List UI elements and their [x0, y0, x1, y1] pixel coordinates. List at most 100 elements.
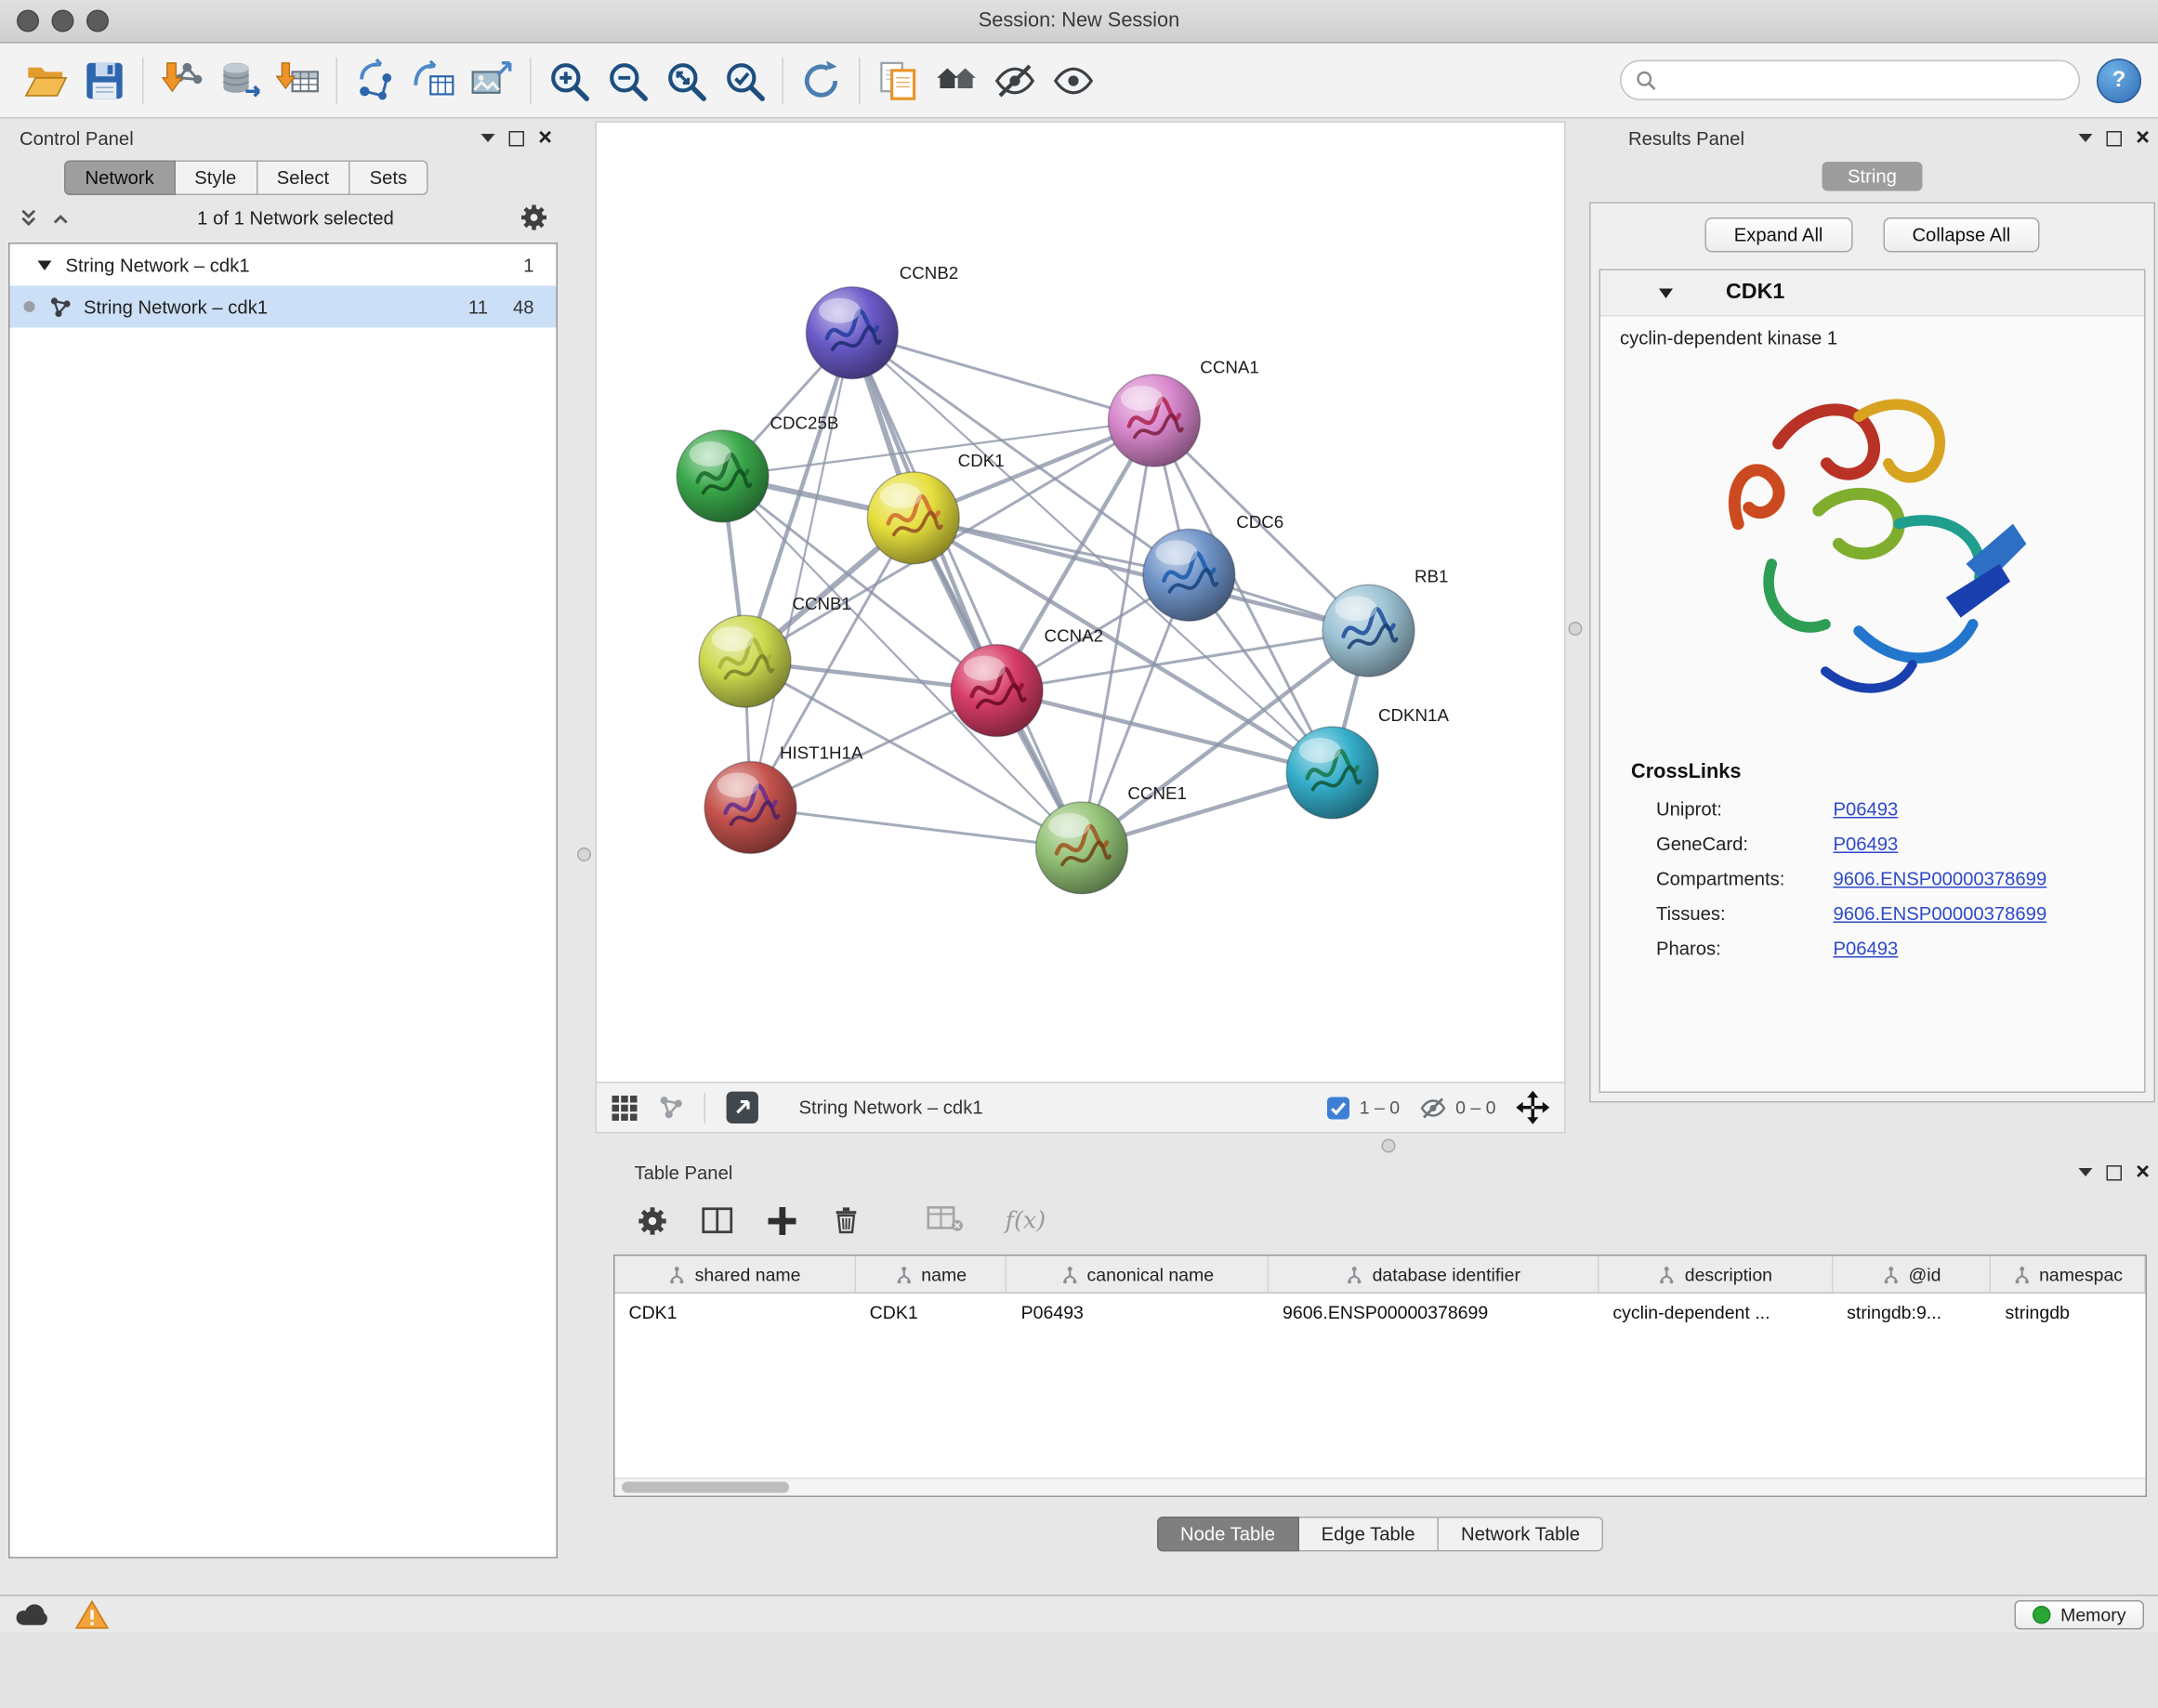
table-options-gear-icon[interactable] [636, 1203, 669, 1237]
show-graphics-button[interactable] [1045, 51, 1103, 110]
birdseye-grid-icon[interactable] [611, 1094, 638, 1122]
network-node-label: CDC25B [770, 414, 838, 433]
collapse-all-button[interactable]: Collapse All [1883, 217, 2040, 253]
crosslink-compartments[interactable]: 9606.ENSP00000378699 [1834, 869, 2145, 890]
table-cell[interactable]: stringdb [1992, 1294, 2146, 1332]
zoom-in-button[interactable] [540, 51, 599, 110]
scrollbar-thumb[interactable] [622, 1482, 789, 1493]
import-network-file-button[interactable] [152, 51, 211, 110]
column-header-name[interactable]: name [856, 1256, 1007, 1293]
crosslink-label: GeneCard: [1656, 834, 1834, 855]
close-panel-icon[interactable]: × [2136, 1163, 2150, 1182]
cloud-icon[interactable] [14, 1600, 50, 1628]
import-table-file-button[interactable] [270, 51, 328, 110]
selected-checkbox-icon[interactable] [1326, 1095, 1351, 1120]
tab-sets[interactable]: Sets [350, 161, 428, 196]
crosslink-uniprot[interactable]: P06493 [1834, 799, 2145, 821]
network-options-gear-icon[interactable] [519, 203, 549, 233]
save-session-button[interactable] [75, 51, 134, 110]
hide-graphics-button[interactable] [986, 51, 1045, 110]
expand-all-button[interactable]: Expand All [1704, 217, 1852, 253]
float-panel-icon[interactable] [2107, 130, 2123, 146]
close-panel-icon[interactable]: × [538, 128, 552, 148]
horizontal-splitter-handle[interactable] [1382, 1139, 1396, 1153]
export-network-button[interactable] [346, 51, 404, 110]
table-cell[interactable]: P06493 [1007, 1294, 1269, 1332]
pan-crosshair-icon[interactable] [1516, 1090, 1551, 1125]
help-button[interactable]: ? [2097, 58, 2141, 102]
tab-network[interactable]: Network [64, 161, 175, 196]
network-node-CCNE1[interactable] [1036, 802, 1128, 894]
detach-view-icon[interactable] [725, 1090, 760, 1125]
export-table-button[interactable] [404, 51, 463, 110]
network-node-CCNB2[interactable] [806, 287, 898, 379]
column-header-database-identifier[interactable]: database identifier [1269, 1256, 1599, 1293]
network-node-CCNA1[interactable] [1108, 374, 1200, 466]
import-network-database-button[interactable] [211, 51, 270, 110]
network-node-CCNA2[interactable] [951, 645, 1043, 737]
gene-header[interactable]: CDK1 [1600, 270, 2144, 317]
zoom-selected-button[interactable] [716, 51, 774, 110]
refresh-button[interactable] [792, 51, 850, 110]
network-node-HIST1H1A[interactable] [704, 762, 796, 854]
export-image-button[interactable] [463, 51, 521, 110]
network-node-CDKN1A[interactable] [1286, 727, 1378, 819]
table-cell[interactable]: stringdb:9... [1833, 1294, 1991, 1332]
delete-column-icon[interactable] [830, 1203, 863, 1237]
table-cell[interactable]: 9606.ENSP00000378699 [1269, 1294, 1599, 1332]
network-node-CDK1[interactable] [867, 472, 959, 564]
column-header-description[interactable]: description [1599, 1256, 1834, 1293]
column-header-shared-name[interactable]: shared name [615, 1256, 856, 1293]
crosslink-tissues[interactable]: 9606.ENSP00000378699 [1834, 903, 2145, 925]
search-input[interactable] [1666, 69, 2065, 93]
collapse-tree-icon[interactable] [38, 260, 52, 270]
network-node-CDC6[interactable] [1143, 529, 1235, 621]
string-home-button[interactable] [928, 51, 986, 110]
crosslink-pharos[interactable]: P06493 [1834, 939, 2145, 960]
delete-table-icon[interactable] [928, 1203, 964, 1234]
network-canvas[interactable]: CCNB2CCNA1CDC25BCDK1CDC6RB1CCNB1CCNA2CDK… [596, 122, 1566, 1083]
table-cell[interactable]: CDK1 [615, 1294, 856, 1332]
tab-style[interactable]: Style [175, 161, 257, 196]
table-cell[interactable]: CDK1 [856, 1294, 1007, 1332]
column-header-canonical-name[interactable]: canonical name [1007, 1256, 1269, 1293]
expand-all-icon[interactable] [17, 205, 41, 230]
column-header-namespac[interactable]: namespac [1992, 1256, 2146, 1293]
tab-select[interactable]: Select [257, 161, 350, 196]
network-node-RB1[interactable] [1322, 585, 1415, 677]
float-panel-icon[interactable] [509, 130, 525, 146]
network-row[interactable]: String Network – cdk1 11 48 [10, 286, 557, 328]
tab-edge-table[interactable]: Edge Table [1299, 1517, 1439, 1552]
warning-icon[interactable] [75, 1600, 109, 1630]
open-session-button[interactable] [17, 51, 75, 110]
zoom-fit-button[interactable] [657, 51, 716, 110]
search-box[interactable] [1620, 60, 2080, 101]
vertical-splitter-handle[interactable] [577, 847, 591, 861]
vertical-splitter-handle[interactable] [1569, 622, 1583, 636]
close-panel-icon[interactable]: × [2136, 128, 2150, 148]
panel-menu-icon[interactable] [2079, 134, 2093, 142]
float-panel-icon[interactable] [2107, 1164, 2123, 1180]
network-node-CCNB1[interactable] [699, 615, 791, 707]
horizontal-scrollbar[interactable] [615, 1478, 2146, 1496]
network-share-icon[interactable] [658, 1095, 685, 1122]
column-header-id[interactable]: @id [1833, 1256, 1991, 1293]
copy-document-button[interactable] [869, 51, 928, 110]
panel-menu-icon[interactable] [2079, 1168, 2093, 1176]
collapse-gene-icon[interactable] [1659, 288, 1673, 298]
panel-menu-icon[interactable] [481, 134, 495, 142]
hidden-eye-slash-icon[interactable] [1419, 1094, 1447, 1122]
function-builder-button[interactable]: f(x) [1006, 1206, 1046, 1234]
collapse-all-icon[interactable] [49, 205, 73, 230]
tab-network-table[interactable]: Network Table [1439, 1517, 1603, 1552]
zoom-out-button[interactable] [599, 51, 657, 110]
crosslink-genecard[interactable]: P06493 [1834, 834, 2145, 855]
network-node-CDC25B[interactable] [677, 430, 769, 522]
network-collection-row[interactable]: String Network – cdk1 1 [10, 244, 557, 286]
tab-string[interactable]: String [1822, 162, 1922, 191]
add-column-icon[interactable] [766, 1203, 799, 1237]
table-cell[interactable]: cyclin-dependent ... [1599, 1294, 1833, 1332]
show-columns-icon[interactable] [700, 1203, 735, 1239]
table-row[interactable]: CDK1CDK1P064939606.ENSP00000378699cyclin… [615, 1294, 2146, 1332]
tab-node-table[interactable]: Node Table [1156, 1517, 1298, 1552]
